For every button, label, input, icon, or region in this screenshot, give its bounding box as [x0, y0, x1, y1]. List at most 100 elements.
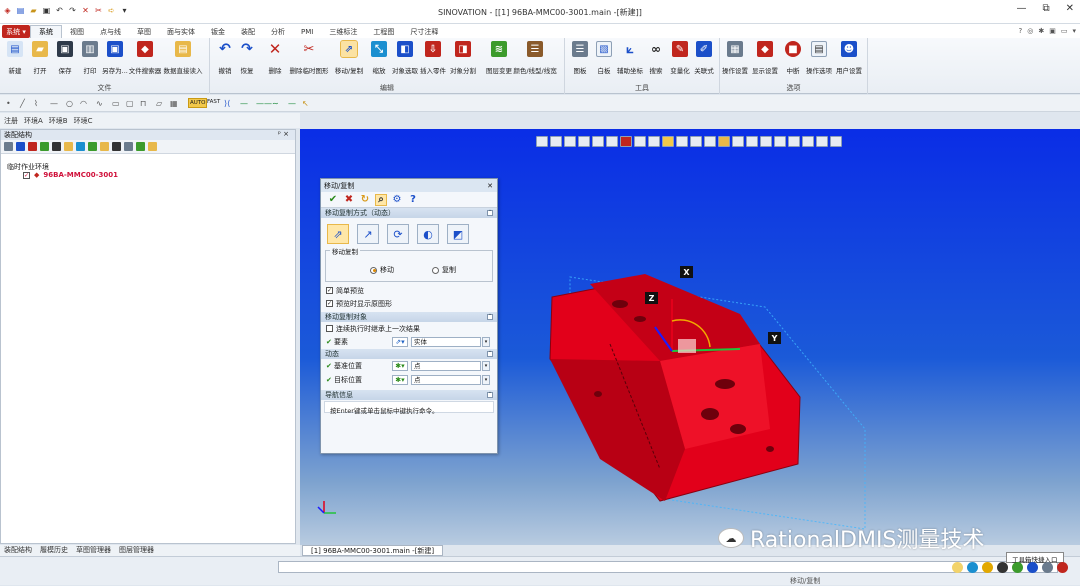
checkbox-continue[interactable]	[326, 325, 333, 332]
object-split-button[interactable]: ◨ 对象分割	[450, 41, 476, 75]
dialog-close-icon[interactable]: ✕	[487, 182, 493, 190]
target-snap-select[interactable]: ✱▾	[392, 375, 408, 385]
panel-help-icon[interactable]	[148, 142, 157, 151]
delete-button[interactable]: ✕ 删除	[262, 40, 288, 75]
menu-icon[interactable]: ▾	[1072, 27, 1076, 35]
display-settings-button[interactable]: ◆ 显示设置	[752, 41, 778, 75]
move-copy-button[interactable]: ⇗ 移动/复制	[335, 40, 363, 75]
aux-coord-button[interactable]: ⟀ 辅助坐标	[617, 41, 643, 76]
panel-copy-icon[interactable]	[76, 142, 85, 151]
search-button[interactable]: ∞ 搜索	[643, 41, 669, 75]
auto-toggle[interactable]: AUTO	[188, 98, 208, 108]
tab-view[interactable]: 视图	[62, 25, 92, 38]
radio-move-dot[interactable]	[370, 266, 377, 274]
base-snap-select[interactable]: ✱▾	[392, 361, 408, 371]
save-as-button[interactable]: ▣ 另存为...	[102, 41, 128, 75]
tab-assembly-structure[interactable]: 装配结构	[4, 545, 32, 556]
rect-icon[interactable]: ▭	[112, 99, 120, 108]
system-menu-button[interactable]: 系统 ▾	[2, 25, 30, 38]
box-icon[interactable]: ▢	[126, 99, 134, 108]
target-value[interactable]: 点	[411, 375, 481, 385]
snap-tangent-icon[interactable]: —	[288, 99, 296, 108]
element-filter-select[interactable]: ⇗▾	[392, 337, 408, 347]
snap-line-icon[interactable]: ——	[256, 99, 272, 108]
tray-f-icon[interactable]	[1042, 562, 1053, 573]
panel-cut-icon[interactable]	[64, 142, 73, 151]
insert-part-button[interactable]: ⇩ 插入零件	[420, 41, 446, 75]
redo-button[interactable]: ↷ 恢复	[234, 41, 260, 75]
check-continue[interactable]: 连续执行时继承上一次结果	[321, 322, 497, 335]
tab-pmi[interactable]: PMI	[293, 25, 321, 38]
check-simple-preview[interactable]: ✓ 简单预览	[321, 284, 497, 297]
collapse-icon[interactable]: ˄	[487, 351, 493, 357]
section-move-mode[interactable]: 移动复制方式（动态） ˄	[321, 208, 497, 218]
tab-sheet-metal[interactable]: 钣金	[203, 25, 233, 38]
tab-analysis[interactable]: 分析	[263, 25, 293, 38]
interrupt-button[interactable]: ■ 中断	[780, 41, 806, 75]
panel-grid-icon[interactable]	[124, 142, 133, 151]
tab-dimension[interactable]: 尺寸注释	[402, 25, 446, 38]
reset-icon[interactable]: ↻	[359, 194, 371, 206]
document-tab[interactable]: [1] 96BA-MMC00-3001.main -[新建]	[302, 545, 444, 556]
delete-temp-button[interactable]: ✂ 删除临时图形	[290, 41, 329, 76]
base-value[interactable]: 点	[411, 361, 481, 371]
variable-button[interactable]: ✎ 变量化	[667, 41, 693, 75]
preview-icon[interactable]: ⌕	[375, 193, 387, 206]
help-question-icon[interactable]: ?	[407, 194, 419, 206]
snap-curve-icon[interactable]: ∼	[272, 99, 279, 108]
whiteboard-button[interactable]: ▧ 白板	[591, 41, 617, 75]
file-search-button[interactable]: ◆ 文件搜索器	[129, 41, 161, 75]
snap-end-icon[interactable]: ⟩⟨	[224, 99, 230, 108]
tray-a-icon[interactable]	[967, 562, 978, 573]
tab-layer-manager[interactable]: 图层管理器	[119, 545, 154, 556]
tab-3d-annotation[interactable]: 三维标注	[321, 25, 365, 38]
save-button[interactable]: ▣ 保存	[52, 41, 78, 75]
panel-search-icon[interactable]	[112, 142, 121, 151]
window-icon[interactable]: ▭	[1061, 27, 1068, 35]
radio-copy-dot[interactable]	[432, 266, 439, 274]
command-input[interactable]	[278, 561, 1058, 573]
tree-item-part[interactable]: ✓ ◆ 96BA-MMC00-3001	[23, 171, 118, 179]
panel-part-icon[interactable]	[28, 142, 37, 151]
new-button[interactable]: ▤ 新建	[2, 41, 28, 75]
radio-move[interactable]: 移动	[370, 265, 394, 275]
bracket-icon[interactable]: ⊓	[140, 99, 146, 108]
confirm-icon[interactable]: ✔	[327, 194, 339, 206]
point-icon[interactable]: •	[6, 99, 11, 108]
tab-surface-solid[interactable]: 面与实体	[159, 25, 203, 38]
settings-icon[interactable]: ✱	[1038, 27, 1044, 35]
collapse-icon[interactable]: ˄	[487, 210, 493, 216]
tray-mascot-icon[interactable]	[952, 562, 963, 573]
line-icon[interactable]: ╱	[20, 99, 25, 108]
mode-direction-button[interactable]: ↗	[357, 224, 379, 244]
user-settings-button[interactable]: ☻ 用户设置	[836, 41, 862, 75]
curve-icon[interactable]: ∿	[96, 99, 103, 108]
env-tab-b[interactable]: 环境B	[49, 116, 68, 126]
env-tab-c[interactable]: 环境C	[74, 116, 93, 126]
tab-assembly[interactable]: 装配	[233, 25, 263, 38]
tab-system[interactable]: 系统	[30, 25, 62, 38]
grid-icon[interactable]: ▦	[170, 99, 178, 108]
panel-link-icon[interactable]	[40, 142, 49, 151]
layout-icon[interactable]: ▣	[1049, 27, 1056, 35]
radio-copy[interactable]: 复制	[432, 265, 456, 275]
minimize-button[interactable]: —	[1016, 3, 1026, 14]
color-linetype-button[interactable]: ☰ 颜色/线型/线宽	[513, 41, 557, 75]
tray-d-icon[interactable]	[1012, 562, 1023, 573]
tab-sketch[interactable]: 草图	[129, 25, 159, 38]
mode-rotate-button[interactable]: ⟳	[387, 224, 409, 244]
cancel-icon[interactable]: ✖	[343, 194, 355, 206]
check-preview-original[interactable]: ✓ 预览时显示原图形	[321, 297, 497, 310]
mode-align-button[interactable]: ◩	[447, 224, 469, 244]
panel-check-icon[interactable]	[88, 142, 97, 151]
panel-folder-icon[interactable]	[100, 142, 109, 151]
scale-button[interactable]: ⤡ 缩放	[366, 41, 392, 75]
arc-icon[interactable]: ◠	[80, 99, 87, 108]
panel-move-icon[interactable]	[16, 142, 25, 151]
direct-read-button[interactable]: ▤ 数据直接读入	[164, 41, 203, 75]
panel-ins-icon[interactable]	[52, 142, 61, 151]
tab-sketch-manager[interactable]: 草图管理器	[76, 545, 111, 556]
collapse-icon[interactable]: ˄	[487, 314, 493, 320]
element-value[interactable]: 实体	[411, 337, 481, 347]
env-tab-a[interactable]: 环境A	[24, 116, 43, 126]
